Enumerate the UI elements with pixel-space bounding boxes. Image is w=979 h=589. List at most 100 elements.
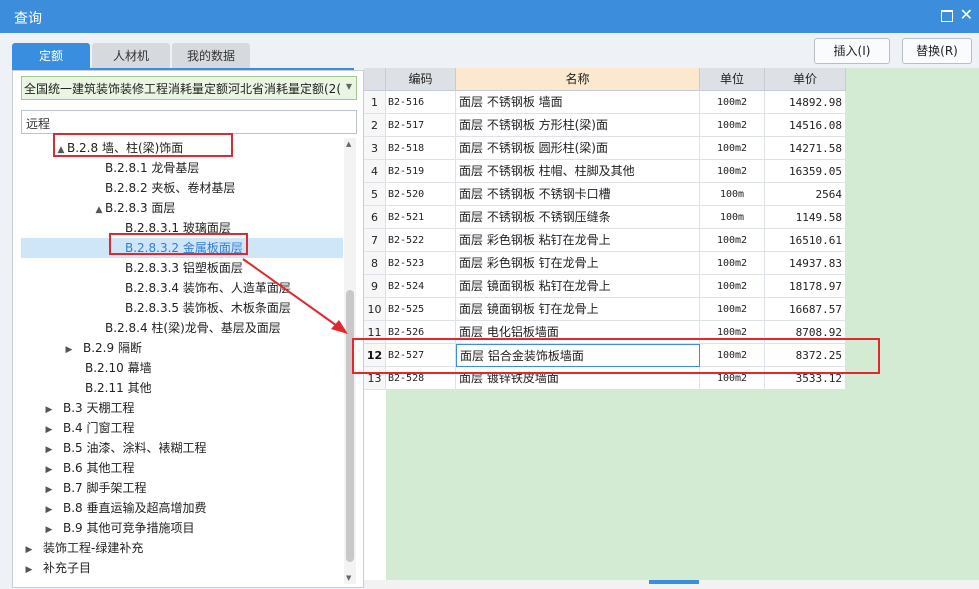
expand-icon[interactable]: ▶ — [43, 440, 55, 460]
expand-icon[interactable]: ▶ — [63, 340, 75, 360]
cell-price[interactable]: 1149.58 — [765, 206, 846, 229]
tree-node[interactable]: B.2.8.2 夹板、卷材基层 — [93, 178, 235, 198]
cell-name[interactable]: 面层 不锈钢板 方形柱(梁)面 — [456, 114, 700, 137]
cell-price[interactable]: 14271.58 — [765, 137, 846, 160]
cell-code[interactable]: B2-522 — [386, 229, 456, 252]
expand-icon[interactable]: ▶ — [23, 560, 35, 580]
search-input[interactable]: 远程 — [21, 110, 357, 134]
cell-price[interactable]: 16359.05 — [765, 160, 846, 183]
cell-code[interactable]: B2-517 — [386, 114, 456, 137]
cell-unit[interactable]: 100m2 — [700, 298, 765, 321]
tree-node[interactable]: ▶ B.5 油漆、涂料、裱糊工程 — [43, 438, 207, 458]
cell-unit[interactable]: 100m — [700, 183, 765, 206]
cell-price[interactable]: 16510.61 — [765, 229, 846, 252]
scroll-up-icon[interactable]: ▲ — [346, 140, 351, 148]
collapse-icon[interactable]: ▲ — [93, 200, 105, 220]
cell-unit[interactable]: 100m2 — [700, 91, 765, 114]
row-number[interactable]: 1 — [364, 91, 386, 114]
chevron-down-icon[interactable]: ▼ — [346, 82, 352, 91]
row-number[interactable]: 7 — [364, 229, 386, 252]
tab-my-data[interactable]: 我的数据 — [172, 43, 250, 69]
cell-unit[interactable]: 100m2 — [700, 137, 765, 160]
row-number[interactable]: 3 — [364, 137, 386, 160]
cell-name[interactable]: 面层 不锈钢板 圆形柱(梁)面 — [456, 137, 700, 160]
cell-name[interactable]: 面层 彩色钢板 粘钉在龙骨上 — [456, 229, 700, 252]
cell-name[interactable]: 面层 不锈钢板 不锈钢压缝条 — [456, 206, 700, 229]
expand-icon[interactable]: ▶ — [43, 480, 55, 500]
cell-price[interactable]: 14892.98 — [765, 91, 846, 114]
table-row[interactable]: 8 B2-523 面层 彩色钢板 钉在龙骨上 100m2 14937.83 — [364, 252, 846, 275]
horizontal-scrollbar[interactable] — [364, 580, 979, 589]
table-row[interactable]: 3 B2-518 面层 不锈钢板 圆形柱(梁)面 100m2 14271.58 — [364, 137, 846, 160]
header-price[interactable]: 单价 — [765, 68, 846, 91]
cell-name[interactable]: 面层 彩色钢板 钉在龙骨上 — [456, 252, 700, 275]
expand-icon[interactable]: ▶ — [23, 540, 35, 560]
cell-code[interactable]: B2-523 — [386, 252, 456, 275]
cell-code[interactable]: B2-524 — [386, 275, 456, 298]
table-row[interactable]: 9 B2-524 面层 镜面钢板 粘钉在龙骨上 100m2 18178.97 — [364, 275, 846, 298]
row-number[interactable]: 6 — [364, 206, 386, 229]
tree-node[interactable]: B.2.8.1 龙骨基层 — [93, 158, 199, 178]
scrollbar-thumb[interactable] — [346, 290, 354, 562]
cell-code[interactable]: B2-525 — [386, 298, 456, 321]
row-number[interactable]: 5 — [364, 183, 386, 206]
expand-icon[interactable]: ▶ — [43, 520, 55, 540]
expand-icon[interactable]: ▶ — [43, 460, 55, 480]
row-number[interactable]: 2 — [364, 114, 386, 137]
cell-name[interactable]: 面层 不锈钢板 柱帽、柱脚及其他 — [456, 160, 700, 183]
cell-code[interactable]: B2-520 — [386, 183, 456, 206]
row-number[interactable]: 10 — [364, 298, 386, 321]
table-row[interactable]: 2 B2-517 面层 不锈钢板 方形柱(梁)面 100m2 14516.08 — [364, 114, 846, 137]
expand-icon[interactable]: ▶ — [43, 500, 55, 520]
close-icon[interactable]: ✕ — [960, 5, 973, 25]
cell-name[interactable]: 面层 镜面钢板 粘钉在龙骨上 — [456, 275, 700, 298]
tree-node[interactable]: ▶ B.8 垂直运输及超高增加费 — [43, 498, 207, 518]
tab-quota[interactable]: 定额 — [12, 43, 90, 69]
library-select[interactable]: 全国统一建筑装饰装修工程消耗量定额河北省消耗量定额(2( ▼ — [21, 76, 357, 100]
tree-node[interactable]: B.2.10 幕墙 — [73, 358, 152, 378]
tree-node[interactable]: B.2.8.3.5 装饰板、木板条面层 — [113, 298, 291, 318]
tree-node[interactable]: ▲ B.2.8.3 面层 — [93, 198, 176, 220]
cell-code[interactable]: B2-518 — [386, 137, 456, 160]
tree-node[interactable]: B.2.8.3.4 装饰布、人造革面层 — [113, 278, 291, 298]
tree-node[interactable]: ▶ 装饰工程-绿建补充 — [23, 538, 144, 560]
cell-name[interactable]: 面层 不锈钢板 墙面 — [456, 91, 700, 114]
cell-unit[interactable]: 100m2 — [700, 160, 765, 183]
tree-node[interactable]: ▶ B.6 其他工程 — [43, 458, 135, 478]
cell-price[interactable]: 14937.83 — [765, 252, 846, 275]
cell-code[interactable]: B2-521 — [386, 206, 456, 229]
cell-unit[interactable]: 100m2 — [700, 114, 765, 137]
cell-price[interactable]: 16687.57 — [765, 298, 846, 321]
header-unit[interactable]: 单位 — [700, 68, 765, 91]
cell-price[interactable]: 2564 — [765, 183, 846, 206]
tree-node[interactable]: ▶ B.7 脚手架工程 — [43, 478, 147, 498]
tree-node[interactable]: ▶ 补充子目 — [23, 558, 91, 578]
cell-name[interactable]: 面层 镜面钢板 钉在龙骨上 — [456, 298, 700, 321]
cell-price[interactable]: 14516.08 — [765, 114, 846, 137]
tree-node[interactable]: B.2.8.4 柱(梁)龙骨、基层及面层 — [93, 318, 281, 338]
table-row[interactable]: 6 B2-521 面层 不锈钢板 不锈钢压缝条 100m 1149.58 — [364, 206, 846, 229]
cell-unit[interactable]: 100m2 — [700, 229, 765, 252]
tree-node[interactable]: ▶ B.9 其他可竞争措施项目 — [43, 518, 195, 538]
tree-node[interactable]: ▶ B.3 天棚工程 — [43, 398, 135, 418]
table-row[interactable]: 7 B2-522 面层 彩色钢板 粘钉在龙骨上 100m2 16510.61 — [364, 229, 846, 252]
table-row[interactable]: 4 B2-519 面层 不锈钢板 柱帽、柱脚及其他 100m2 16359.05 — [364, 160, 846, 183]
expand-icon[interactable]: ▶ — [43, 400, 55, 420]
cell-code[interactable]: B2-516 — [386, 91, 456, 114]
maximize-icon[interactable] — [941, 10, 953, 22]
row-number[interactable]: 9 — [364, 275, 386, 298]
table-row[interactable]: 10 B2-525 面层 镜面钢板 钉在龙骨上 100m2 16687.57 — [364, 298, 846, 321]
tree-node[interactable]: B.2.8.3.3 铝塑板面层 — [113, 258, 243, 278]
cell-unit[interactable]: 100m2 — [700, 275, 765, 298]
row-number[interactable]: 4 — [364, 160, 386, 183]
scrollbar-handle[interactable] — [649, 580, 699, 584]
cell-code[interactable]: B2-519 — [386, 160, 456, 183]
cell-unit[interactable]: 100m2 — [700, 252, 765, 275]
cell-name[interactable]: 面层 不锈钢板 不锈钢卡口槽 — [456, 183, 700, 206]
replace-button[interactable]: 替换(R) — [902, 38, 972, 64]
expand-icon[interactable]: ▶ — [43, 420, 55, 440]
tree-node[interactable]: ▶ B.4 门窗工程 — [43, 418, 135, 438]
table-row[interactable]: 5 B2-520 面层 不锈钢板 不锈钢卡口槽 100m 2564 — [364, 183, 846, 206]
insert-button[interactable]: 插入(I) — [814, 38, 890, 64]
tree-node[interactable]: B.2.11 其他 — [73, 378, 152, 398]
